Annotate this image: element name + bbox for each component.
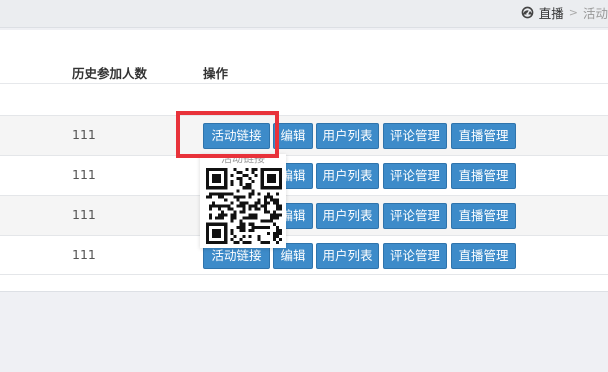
comment-management-button[interactable]: 评论管理 [383,203,447,229]
history-participants-cell: 111 [72,247,96,262]
breadcrumb-separator: > [568,5,578,19]
history-participants-cell: 111 [72,167,96,182]
table-row: 111 活动链接 编辑 用户列表 评论管理 直播管理 [0,155,608,195]
live-management-button[interactable]: 直播管理 [451,203,516,229]
comment-management-button[interactable]: 评论管理 [383,243,447,269]
user-list-button[interactable]: 用户列表 [316,203,379,229]
comment-management-button[interactable]: 评论管理 [383,123,447,149]
dashboard-icon [521,6,534,18]
table-row: 111 活动链接 编辑 用户列表 评论管理 直播管理 [0,195,608,235]
qr-popup-caption: 活动链接 [221,154,265,165]
history-participants-cell: 111 [72,207,96,222]
table-row: 111 活动链接 编辑 用户列表 评论管理 直播管理 [0,235,608,275]
user-list-button[interactable]: 用户列表 [316,243,379,269]
table-row: 111 活动链接 编辑 用户列表 评论管理 直播管理 [0,115,608,155]
column-header-history-participants: 历史参加人数 [72,66,148,81]
comment-management-button[interactable]: 评论管理 [383,163,447,189]
user-list-button[interactable]: 用户列表 [316,123,379,149]
top-bar: 直播 > 活动 [0,0,608,28]
qr-code-icon [206,168,282,244]
breadcrumb-next[interactable]: 活动 [583,3,608,22]
user-list-button[interactable]: 用户列表 [316,163,379,189]
breadcrumb: 直播 > 活动 [521,3,608,21]
column-header-actions: 操作 [203,66,229,81]
live-management-button[interactable]: 直播管理 [451,243,516,269]
activity-link-button[interactable]: 活动链接 [203,123,270,149]
breadcrumb-current[interactable]: 直播 [539,3,564,22]
live-management-button[interactable]: 直播管理 [451,123,516,149]
live-management-button[interactable]: 直播管理 [451,163,516,189]
qr-code-popup: 活动链接 [200,154,286,248]
edit-button[interactable]: 编辑 [273,123,313,149]
history-participants-cell: 111 [72,127,96,142]
